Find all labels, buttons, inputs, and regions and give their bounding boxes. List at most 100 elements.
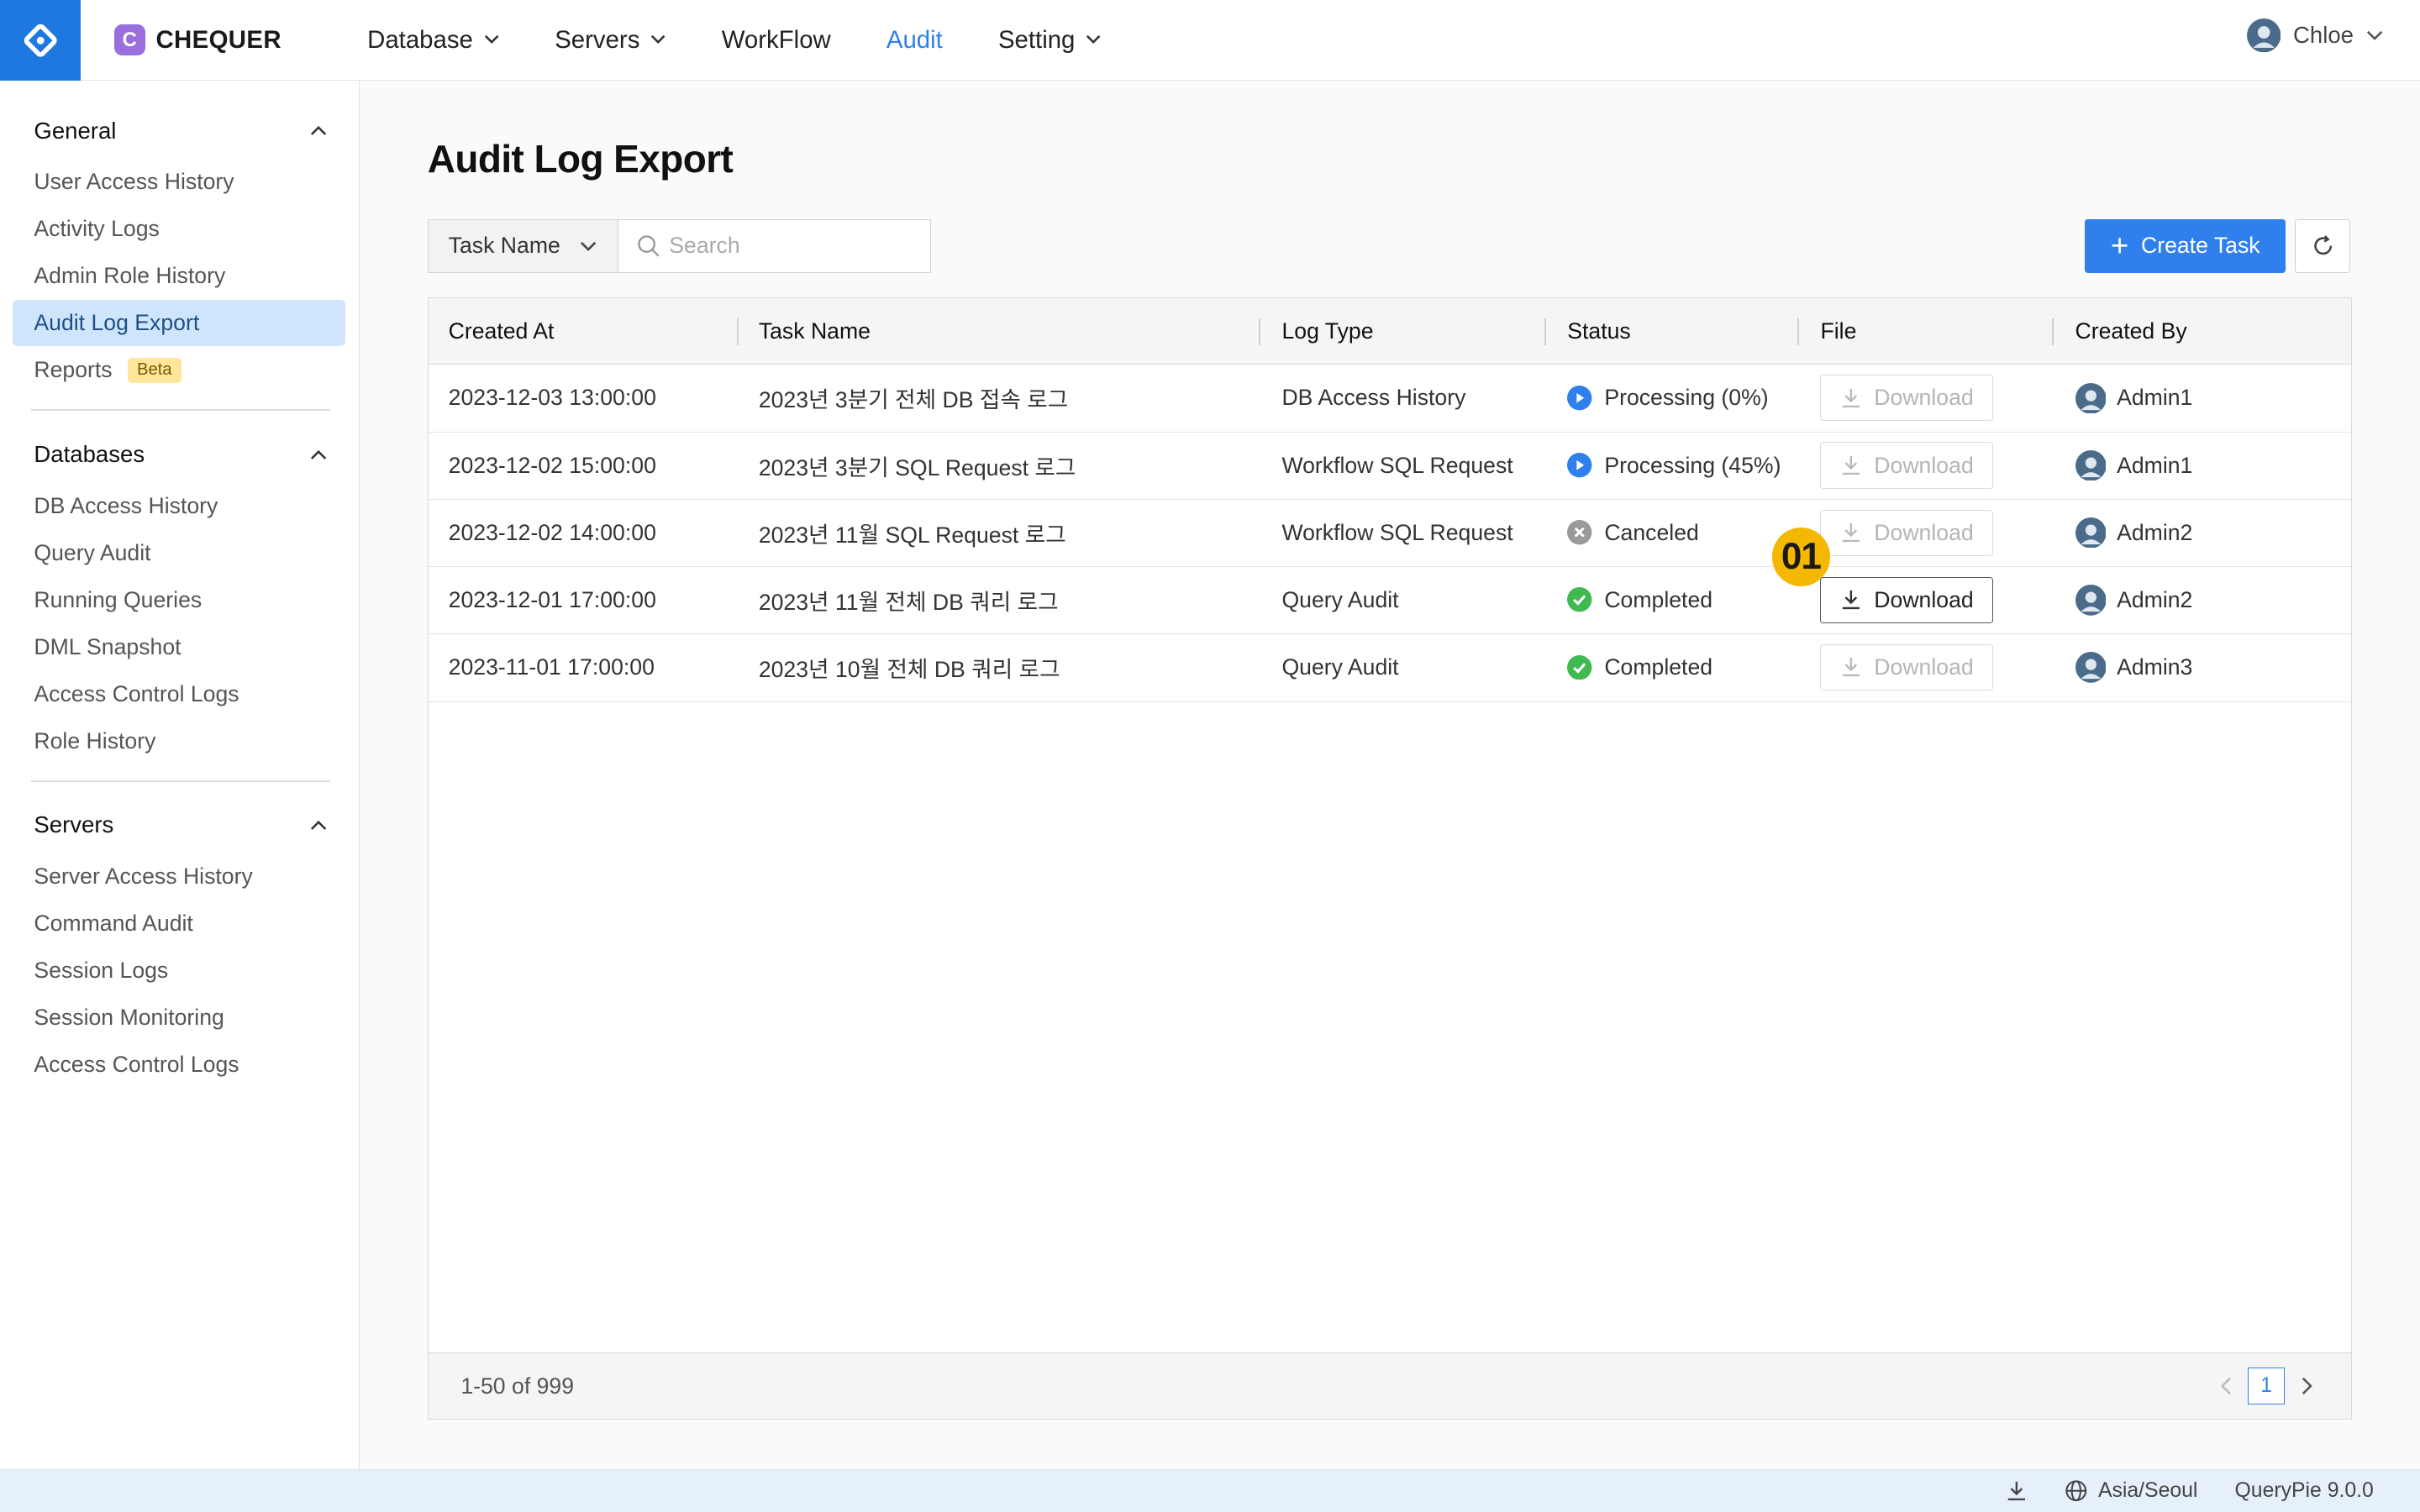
create-task-button[interactable]: + Create Task: [2085, 218, 2286, 274]
table-row[interactable]: 2023-11-01 17:00:00 2023년 10월 전체 DB 쿼리 로그…: [428, 634, 2352, 702]
column-separator: [737, 318, 739, 345]
nav-servers[interactable]: Servers: [555, 26, 666, 55]
creator-name: Admin2: [2117, 586, 2193, 612]
download-label: Download: [1874, 586, 1974, 612]
sidebar-item-session-monitoring[interactable]: Session Monitoring: [13, 995, 346, 1041]
app-logo[interactable]: [0, 0, 81, 81]
sidebar-item-reports[interactable]: Reports Beta: [13, 347, 346, 393]
nav-setting[interactable]: Setting: [998, 26, 1102, 55]
sidebar-section-databases[interactable]: Databases: [34, 441, 327, 468]
chevron-down-icon: [1086, 35, 1101, 45]
cell-created-by: Admin1: [2075, 433, 2192, 499]
table-row[interactable]: 2023-12-02 14:00:00 2023년 11월 SQL Request…: [428, 500, 2352, 568]
creator-name: Admin3: [2117, 654, 2193, 680]
chevron-down-icon: [484, 35, 499, 45]
status-bar: Asia/Seoul QueryPie 9.0.0: [0, 1468, 2420, 1512]
column-header-created-at[interactable]: Created At: [449, 298, 555, 365]
column-header-file[interactable]: File: [1820, 298, 1856, 365]
user-avatar-icon: [2246, 18, 2281, 53]
timezone-indicator[interactable]: Asia/Seoul: [2065, 1479, 2198, 1503]
nav-label: Setting: [997, 25, 1076, 54]
sidebar-item-audit-log-export[interactable]: Audit Log Export: [12, 300, 346, 347]
page-number-button[interactable]: 1: [2248, 1368, 2286, 1405]
main-nav: Database Servers WorkFlow Audit Setting: [367, 0, 1157, 81]
nav-label: WorkFlow: [721, 25, 831, 54]
column-header-log-type[interactable]: Log Type: [1281, 298, 1373, 365]
download-button[interactable]: Download: [1820, 375, 1994, 422]
cell-status: Processing (0%): [1567, 365, 1769, 431]
sidebar-item-admin-role-history[interactable]: Admin Role History: [13, 253, 346, 299]
brand: C CHEQUER: [113, 24, 281, 56]
x-circle-icon: [1567, 520, 1592, 545]
sidebar-item-label: Server Access History: [34, 863, 253, 889]
download-button[interactable]: Download: [1820, 509, 1994, 556]
nav-label: Audit: [886, 25, 943, 54]
refresh-button[interactable]: [2295, 218, 2351, 274]
sidebar-item-server-access-history[interactable]: Server Access History: [13, 853, 346, 900]
sidebar-item-access-control-logs[interactable]: Access Control Logs: [13, 1042, 346, 1088]
cell-file: Download: [1820, 634, 1994, 701]
status-label: Completed: [1604, 586, 1713, 612]
user-menu[interactable]: Chloe: [2246, 18, 2383, 53]
next-page-icon[interactable]: [2301, 1377, 2313, 1395]
nav-label: Servers: [555, 25, 640, 54]
cell-log-type: DB Access History: [1281, 385, 1466, 411]
cell-log-type: Query Audit: [1281, 654, 1399, 680]
sidebar-item-db-access-history[interactable]: DB Access History: [13, 483, 346, 529]
download-button[interactable]: Download: [1820, 643, 1994, 690]
sidebar-item-label: Activity Logs: [34, 216, 160, 242]
column-header-created-by[interactable]: Created By: [2075, 298, 2187, 365]
cell-created-by: Admin2: [2075, 500, 2192, 566]
check-circle-icon: [1567, 654, 1592, 680]
status-label: Completed: [1604, 654, 1713, 680]
sidebar-item-dml-snapshot[interactable]: DML Snapshot: [13, 624, 346, 670]
cell-status: Completed: [1567, 567, 1712, 633]
sidebar-section-title: Databases: [34, 441, 145, 468]
sidebar-item-activity-logs[interactable]: Activity Logs: [13, 206, 346, 252]
cell-file: Download: [1820, 500, 1994, 566]
download-icon: [1842, 523, 1860, 543]
sidebar-item-label: Admin Role History: [34, 263, 226, 289]
nav-database[interactable]: Database: [367, 26, 499, 55]
play-circle-icon: [1567, 453, 1592, 478]
sidebar-item-access-control-logs[interactable]: Access Control Logs: [13, 671, 346, 717]
pagination: 1: [2220, 1353, 2312, 1420]
table-row[interactable]: 2023-12-01 17:00:00 2023년 11월 전체 DB 쿼리 로그…: [428, 567, 2352, 635]
cell-task-name: 2023년 11월 전체 DB 쿼리 로그: [758, 589, 1059, 615]
search-box[interactable]: [617, 218, 931, 274]
filter-select-label: Task Name: [448, 233, 560, 259]
sidebar-section-servers[interactable]: Servers: [34, 811, 327, 838]
download-button[interactable]: Download: [1820, 442, 1994, 489]
table-row[interactable]: 2023-12-03 13:00:00 2023년 3분기 전체 DB 접속 로그…: [428, 365, 2352, 433]
search-input[interactable]: [669, 233, 917, 260]
globe-icon: [2065, 1480, 2086, 1502]
plus-icon: +: [2110, 228, 2129, 263]
nav-audit[interactable]: Audit: [886, 26, 943, 55]
sidebar-item-running-queries[interactable]: Running Queries: [13, 577, 346, 623]
cell-task-name: 2023년 10월 전체 DB 쿼리 로그: [758, 656, 1060, 682]
download-button[interactable]: Download: [1820, 576, 1994, 623]
download-icon: [1842, 591, 1860, 610]
cell-status: Processing (45%): [1567, 433, 1781, 499]
callout-marker: 01: [1771, 528, 1831, 586]
column-header-status[interactable]: Status: [1567, 298, 1630, 365]
cell-file: Download: [1820, 433, 1994, 499]
sidebar-section-general[interactable]: General: [34, 118, 327, 144]
cell-created-by: Admin2: [2075, 567, 2193, 633]
sidebar-item-label: Running Queries: [34, 586, 203, 612]
sidebar-item-session-logs[interactable]: Session Logs: [13, 948, 346, 994]
nav-workflow[interactable]: WorkFlow: [722, 26, 831, 55]
table-row[interactable]: 2023-12-02 15:00:00 2023년 3분기 SQL Request…: [428, 433, 2352, 501]
sidebar-item-user-access-history[interactable]: User Access History: [13, 159, 346, 205]
chevron-down-icon: [651, 35, 666, 45]
column-separator: [1797, 318, 1799, 345]
sidebar-item-command-audit[interactable]: Command Audit: [13, 900, 346, 947]
column-header-task-name[interactable]: Task Name: [759, 298, 871, 365]
sidebar-item-role-history[interactable]: Role History: [13, 718, 346, 764]
timezone-label: Asia/Seoul: [2097, 1479, 2198, 1503]
download-icon[interactable]: [2006, 1480, 2028, 1502]
sidebar-item-query-audit[interactable]: Query Audit: [13, 530, 346, 576]
filter-select[interactable]: Task Name: [427, 218, 619, 274]
cell-task-name: 2023년 3분기 SQL Request 로그: [758, 454, 1076, 480]
prev-page-icon[interactable]: [2220, 1377, 2233, 1395]
